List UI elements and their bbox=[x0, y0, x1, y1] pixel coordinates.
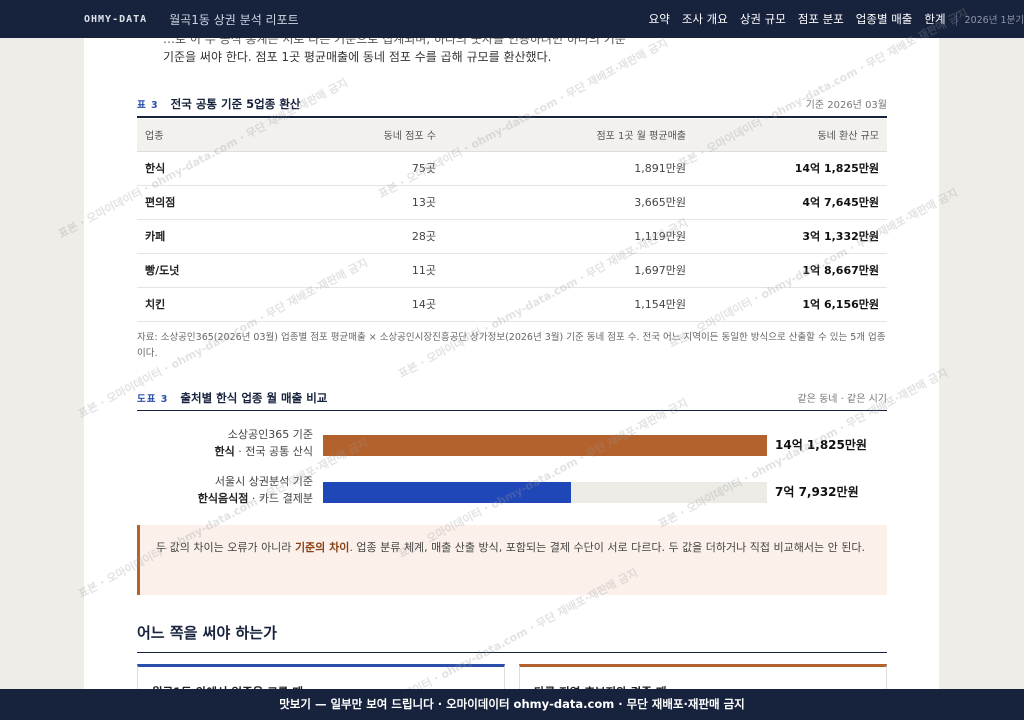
callout-emphasis: 기준의 차이 bbox=[294, 541, 350, 554]
cell-avg-sales: 1,891만원 bbox=[443, 151, 694, 186]
cell-avg-sales: 1,154만원 bbox=[443, 287, 694, 322]
cell-stores: 11곳 bbox=[233, 253, 444, 288]
bar-label-rest: · 카드 결제분 bbox=[248, 492, 313, 505]
chart-title: 출처별 한식 업종 월 매출 비교 bbox=[180, 391, 328, 405]
cell-scale: 1억 8,667만원 bbox=[693, 253, 887, 288]
table-source-note: 자료: 소상공인365(2026년 03월) 업종별 점포 평균매출 × 소상공… bbox=[137, 332, 886, 359]
cell-industry: 빵/도넛 bbox=[137, 253, 234, 288]
chart-header: 도표 3 출처별 한식 업종 월 매출 비교 같은 동네 · 같은 시기 bbox=[137, 390, 887, 406]
cell-scale: 3억 1,332만원 bbox=[693, 219, 887, 254]
report-title: 월곡1동 상권 분석 리포트 bbox=[169, 12, 299, 27]
nav-divider bbox=[955, 12, 957, 26]
table-row: 카페 28곳 1,119만원 3억 1,332만원 bbox=[137, 219, 887, 254]
table-title: 전국 공통 기준 5업종 환산 bbox=[170, 97, 301, 111]
intro-text: 기준을 써야 한다. 점포 1곳 평균매출에 동네 점포 수를 곱해 규모를 환… bbox=[163, 50, 552, 64]
cell-industry: 카페 bbox=[137, 219, 234, 254]
bar-track bbox=[323, 482, 767, 503]
nav-link-sales-by-industry[interactable]: 업종별 매출 bbox=[856, 11, 913, 27]
col-header-industry: 업종 bbox=[137, 119, 234, 152]
cell-stores: 14곳 bbox=[233, 287, 444, 322]
bar-value-label: 14억 1,825만원 bbox=[775, 438, 867, 452]
col-header-stores: 동네 점포 수 bbox=[233, 119, 444, 152]
table-row: 한식 75곳 1,891만원 14억 1,825만원 bbox=[137, 151, 887, 186]
callout-text-before: 두 값의 차이는 오류가 아니라 bbox=[156, 541, 295, 554]
col-header-avg-sales: 점포 1곳 월 평균매출 bbox=[443, 119, 694, 152]
cell-industry: 한식 bbox=[137, 151, 234, 186]
bar-label-source: 서울시 상권분석 기준 bbox=[214, 475, 313, 488]
top-nav: OHMY-DATA 월곡1동 상권 분석 리포트 요약 조사 개요 상권 규모 … bbox=[0, 0, 1024, 38]
cell-industry: 치킨 bbox=[137, 287, 234, 322]
chart-label: 도표 3 bbox=[137, 394, 169, 405]
bar-label-bold: 한식음식점 bbox=[197, 492, 249, 505]
table-rule bbox=[137, 116, 887, 118]
nav-date: 2026년 1분기 bbox=[964, 15, 1024, 26]
table-row: 치킨 14곳 1,154만원 1억 6,156만원 bbox=[137, 287, 887, 322]
chart-rule bbox=[137, 410, 887, 411]
table-row: 편의점 13곳 3,665만원 4억 7,645만원 bbox=[137, 185, 887, 220]
bar-row: 소상공인365 기준 한식 · 전국 공통 산식 14억 1,825만원 bbox=[137, 426, 887, 466]
cell-avg-sales: 1,697만원 bbox=[443, 253, 694, 288]
bar-label: 소상공인365 기준 한식 · 전국 공통 산식 bbox=[137, 426, 313, 460]
nav-link-limits[interactable]: 한계 bbox=[924, 11, 945, 27]
table-meta: 기준 2026년 03월 bbox=[805, 100, 887, 111]
cell-scale: 14억 1,825만원 bbox=[693, 151, 887, 186]
table-row: 빵/도넛 11곳 1,697만원 1억 8,667만원 bbox=[137, 253, 887, 288]
cell-stores: 13곳 bbox=[233, 185, 444, 220]
bar-label: 서울시 상권분석 기준 한식음식점 · 카드 결제분 bbox=[137, 473, 313, 507]
table-label: 표 3 bbox=[137, 100, 159, 111]
col-header-scale: 동네 환산 규모 bbox=[693, 119, 887, 152]
cell-stores: 75곳 bbox=[233, 151, 444, 186]
nav-link-overview[interactable]: 조사 개요 bbox=[682, 11, 728, 27]
choice-card-local: 월곡1동 안에서 업종을 고를 때 bbox=[137, 664, 505, 690]
nav-link-summary[interactable]: 요약 bbox=[649, 11, 670, 27]
cell-scale: 1억 6,156만원 bbox=[693, 287, 887, 322]
bar-label-bold: 한식 bbox=[214, 445, 235, 458]
bar-fill-1 bbox=[323, 482, 572, 503]
bar-value-label: 7억 7,932만원 bbox=[775, 485, 859, 499]
callout-note: 두 값의 차이는 오류가 아니라 기준의 차이. 업종 분류 체계, 매출 산출… bbox=[137, 525, 887, 595]
chart-meta: 같은 동네 · 같은 시기 bbox=[797, 394, 888, 405]
section-rule bbox=[137, 652, 887, 653]
cell-avg-sales: 3,665만원 bbox=[443, 185, 694, 220]
preview-banner: 맛보기 — 일부만 보여 드립니다 · 오마이데이터 ohmy-data.com… bbox=[0, 689, 1024, 720]
report-page: …로 이 두 공식 통계는 서로 다른 기준으로 집계되며, 하나의 숫자를 인… bbox=[84, 38, 939, 690]
cell-avg-sales: 1,119만원 bbox=[443, 219, 694, 254]
cell-scale: 4억 7,645만원 bbox=[693, 185, 887, 220]
bar-label-source: 소상공인365 기준 bbox=[227, 428, 313, 441]
bar-label-rest: · 전국 공통 산식 bbox=[234, 445, 313, 458]
nav-link-market-size[interactable]: 상권 규모 bbox=[740, 11, 786, 27]
section-heading: 어느 쪽을 써야 하는가 bbox=[137, 624, 277, 642]
bar-fill-0 bbox=[323, 435, 767, 456]
nav-link-store-distribution[interactable]: 점포 분포 bbox=[798, 11, 844, 27]
bar-track bbox=[323, 435, 767, 456]
cell-stores: 28곳 bbox=[233, 219, 444, 254]
conversion-table: 업종 동네 점포 수 점포 1곳 월 평균매출 동네 환산 규모 한식 75곳 … bbox=[137, 119, 887, 322]
cell-industry: 편의점 bbox=[137, 185, 234, 220]
bar-label-category: 한식음식점 · 카드 결제분 bbox=[137, 490, 313, 507]
brand-logo[interactable]: OHMY-DATA bbox=[84, 14, 147, 25]
bar-label-category: 한식 · 전국 공통 산식 bbox=[137, 443, 313, 460]
choice-card-compare: 다른 지역 후보지와 견줄 때 bbox=[519, 664, 887, 690]
callout-text-after: . 업종 분류 체계, 매출 산출 방식, 포함되는 결제 수단이 서로 다르다… bbox=[349, 541, 865, 554]
bar-row: 서울시 상권분석 기준 한식음식점 · 카드 결제분 7억 7,932만원 bbox=[137, 473, 887, 513]
table-header-row: 업종 동네 점포 수 점포 1곳 월 평균매출 동네 환산 규모 bbox=[137, 119, 887, 152]
table-header: 표 3 전국 공통 기준 5업종 환산 기준 2026년 03월 bbox=[137, 96, 887, 112]
nav-links: 요약 조사 개요 상권 규모 점포 분포 업종별 매출 한계 2026년 1분기 bbox=[637, 11, 1024, 27]
